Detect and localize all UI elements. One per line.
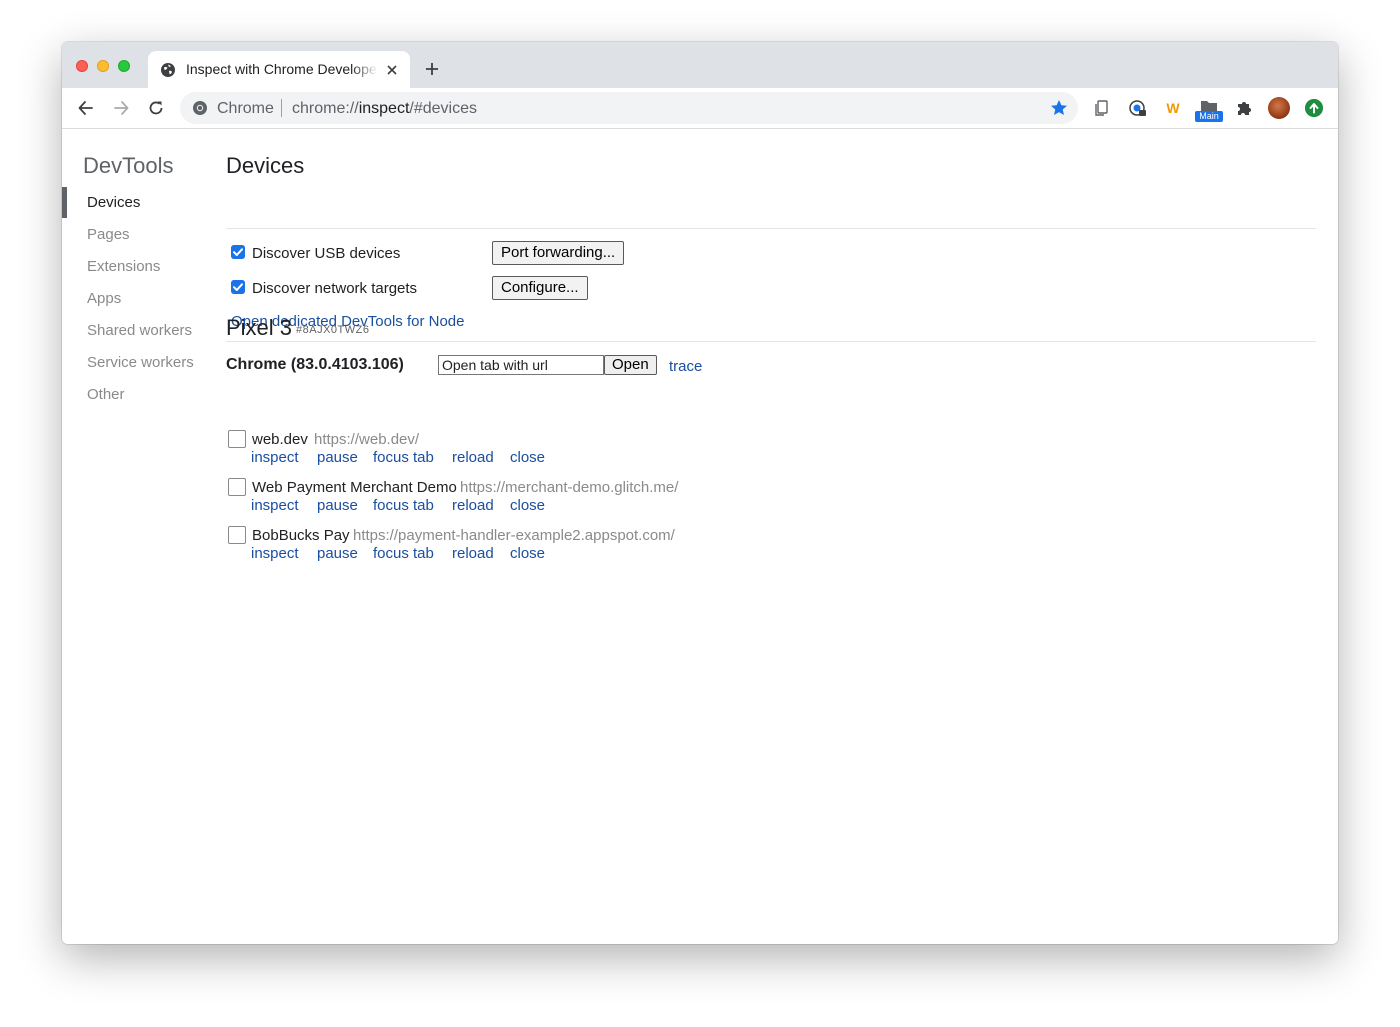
- close-link[interactable]: close: [510, 449, 545, 466]
- target-url: https://payment-handler-example2.appspot…: [353, 527, 675, 544]
- sidebar-item-other[interactable]: Other: [87, 386, 125, 403]
- chrome-icon: [193, 101, 207, 115]
- back-arrow-icon[interactable]: [76, 98, 96, 118]
- close-link[interactable]: close: [510, 545, 545, 562]
- focus-tab-link[interactable]: focus tab: [373, 449, 434, 466]
- tab-title: Inspect with Chrome Developer Tools: [186, 61, 378, 77]
- sidebar-item-pages[interactable]: Pages: [87, 226, 130, 243]
- target-checkbox[interactable]: [228, 526, 246, 544]
- network-checkbox[interactable]: [231, 280, 245, 294]
- sidebar-item-shared-workers[interactable]: Shared workers: [87, 322, 192, 339]
- trace-link[interactable]: trace: [669, 358, 702, 375]
- omnibox-separator: [281, 99, 282, 117]
- url-scheme: chrome://: [292, 100, 359, 117]
- inspect-link[interactable]: inspect: [251, 449, 299, 466]
- title-divider: [226, 228, 1316, 229]
- port-forwarding-button[interactable]: Port forwarding...: [492, 241, 625, 265]
- toolbar: Chrome chrome://inspect/#devices W Main: [62, 88, 1338, 129]
- target-url: https://web.dev/: [314, 431, 420, 448]
- profile-avatar[interactable]: [1268, 97, 1290, 119]
- inspect-link[interactable]: inspect: [251, 497, 299, 514]
- sidebar-item-service-workers[interactable]: Service workers: [87, 354, 194, 371]
- globe-icon: [161, 63, 175, 77]
- lighthouse-extension-icon[interactable]: [1128, 98, 1148, 118]
- copy-extension-icon[interactable]: [1092, 98, 1112, 118]
- open-tab-url-input[interactable]: [438, 355, 604, 375]
- target-name: BobBucks Pay: [252, 527, 350, 544]
- pause-link[interactable]: pause: [317, 449, 358, 466]
- usb-checkbox[interactable]: [231, 245, 245, 259]
- device-name: Pixel 3: [226, 315, 293, 340]
- usb-label: Discover USB devices: [252, 245, 401, 262]
- target-name: web.dev: [252, 431, 308, 448]
- close-link[interactable]: close: [510, 497, 545, 514]
- plus-icon[interactable]: [424, 61, 440, 77]
- active-nav-indicator: [62, 187, 67, 218]
- minimize-window-button[interactable]: [97, 60, 109, 72]
- omnibox-url[interactable]: chrome://inspect/#devices: [292, 100, 477, 118]
- configure-button[interactable]: Configure...: [492, 276, 588, 300]
- puzzle-extensions-icon[interactable]: [1234, 98, 1254, 118]
- target-checkbox[interactable]: [228, 478, 246, 496]
- close-icon[interactable]: [384, 62, 400, 78]
- close-window-button[interactable]: [76, 60, 88, 72]
- tab-strip: Inspect with Chrome Developer Tools: [62, 42, 1338, 88]
- url-path: /#devices: [409, 100, 477, 117]
- bookmark-star-icon[interactable]: [1049, 98, 1069, 118]
- sidebar-title: DevTools: [83, 153, 174, 178]
- reload-link[interactable]: reload: [452, 497, 494, 514]
- browser-version: Chrome (83.0.4103.106): [226, 356, 404, 373]
- browser-window: Inspect with Chrome Developer Tools: [62, 42, 1338, 944]
- network-label: Discover network targets: [252, 280, 418, 297]
- reload-link[interactable]: reload: [452, 545, 494, 562]
- pause-link[interactable]: pause: [317, 545, 358, 562]
- reload-icon[interactable]: [146, 98, 166, 118]
- url-host: inspect: [358, 100, 410, 117]
- device-serial: #8AJX0TWZ6: [296, 324, 370, 336]
- main-badge: Main: [1195, 111, 1223, 122]
- focus-tab-link[interactable]: focus tab: [373, 545, 434, 562]
- update-arrow-icon[interactable]: [1305, 99, 1323, 117]
- zoom-window-button[interactable]: [118, 60, 130, 72]
- target-checkbox[interactable]: [228, 430, 246, 448]
- sidebar-item-extensions[interactable]: Extensions: [87, 258, 160, 275]
- options-divider: [226, 341, 1316, 342]
- tab-inspect[interactable]: Inspect with Chrome Developer Tools: [148, 51, 410, 88]
- target-name: Web Payment Merchant Demo: [252, 479, 457, 496]
- omnibox[interactable]: Chrome chrome://inspect/#devices: [180, 92, 1078, 124]
- reload-link[interactable]: reload: [452, 449, 494, 466]
- sidebar-item-devices[interactable]: Devices: [87, 194, 140, 211]
- focus-tab-link[interactable]: focus tab: [373, 497, 434, 514]
- w-extension-icon[interactable]: W: [1163, 98, 1183, 118]
- page-title: Devices: [226, 153, 305, 178]
- inspect-link[interactable]: inspect: [251, 545, 299, 562]
- forward-arrow-icon[interactable]: [111, 98, 131, 118]
- pause-link[interactable]: pause: [317, 497, 358, 514]
- target-url: https://merchant-demo.glitch.me/: [460, 479, 679, 496]
- page-content: DevTools Devices Pages Extensions Apps S…: [62, 129, 1338, 944]
- open-tab-button[interactable]: Open: [604, 355, 657, 375]
- site-chip: Chrome: [217, 100, 274, 117]
- sidebar-item-apps[interactable]: Apps: [87, 290, 121, 307]
